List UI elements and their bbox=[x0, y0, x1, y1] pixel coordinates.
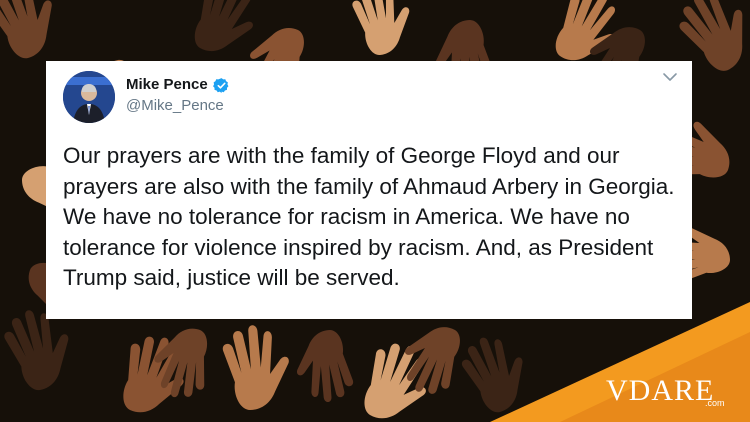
author-handle[interactable]: @Mike_Pence bbox=[126, 97, 224, 115]
tweet-text: Our prayers are with the family of Georg… bbox=[63, 143, 675, 290]
vdare-logo[interactable]: VDARE bbox=[606, 376, 714, 406]
chevron-down-icon[interactable] bbox=[662, 71, 678, 83]
avatar[interactable] bbox=[63, 71, 115, 123]
vdare-logo-domain: .com bbox=[705, 398, 725, 408]
verified-badge-icon bbox=[212, 77, 230, 94]
author-name-row[interactable]: Mike Pence bbox=[126, 76, 230, 94]
author-name[interactable]: Mike Pence bbox=[126, 76, 208, 94]
tweet-card: Mike Pence @Mike_Pence Our prayers are w… bbox=[46, 61, 692, 319]
